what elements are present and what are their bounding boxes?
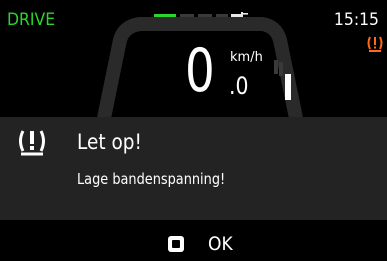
alert-panel: Let op! Lage bandenspanning! — [0, 117, 387, 220]
speed-value: 0 — [185, 36, 215, 106]
ok-label: OK — [208, 233, 233, 255]
speed-decimal: .0 — [229, 72, 249, 100]
speed-unit: km/h — [230, 50, 263, 65]
dashboard-screen: DRIVE 15:15 0 .0 km/h Let op! Lage bande… — [0, 0, 387, 261]
alert-message: Lage bandenspanning! — [77, 170, 226, 188]
square-button-icon — [168, 236, 184, 252]
tpms-warning-icon — [19, 130, 45, 156]
action-bar: OK — [0, 220, 387, 261]
ok-button[interactable]: OK — [168, 233, 235, 255]
gauge-level-bar — [285, 74, 291, 100]
alert-title: Let op! — [77, 130, 142, 154]
